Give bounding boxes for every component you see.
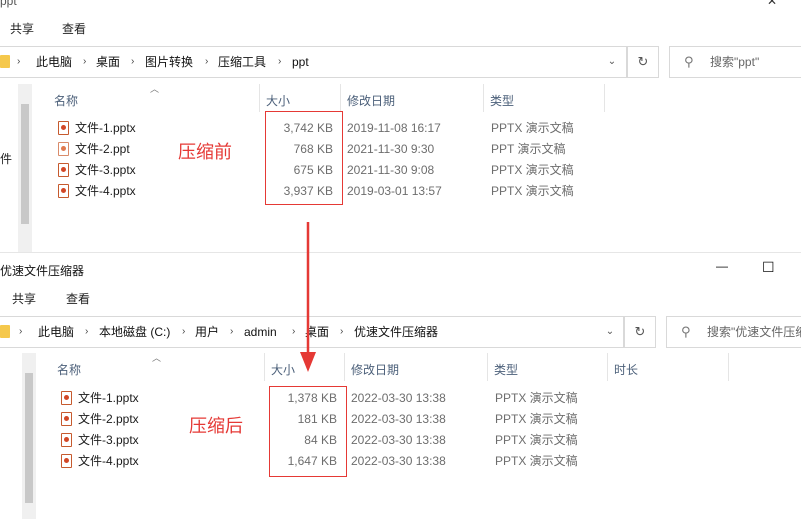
compression-arrow [300, 222, 316, 372]
arrow-head [300, 352, 316, 372]
